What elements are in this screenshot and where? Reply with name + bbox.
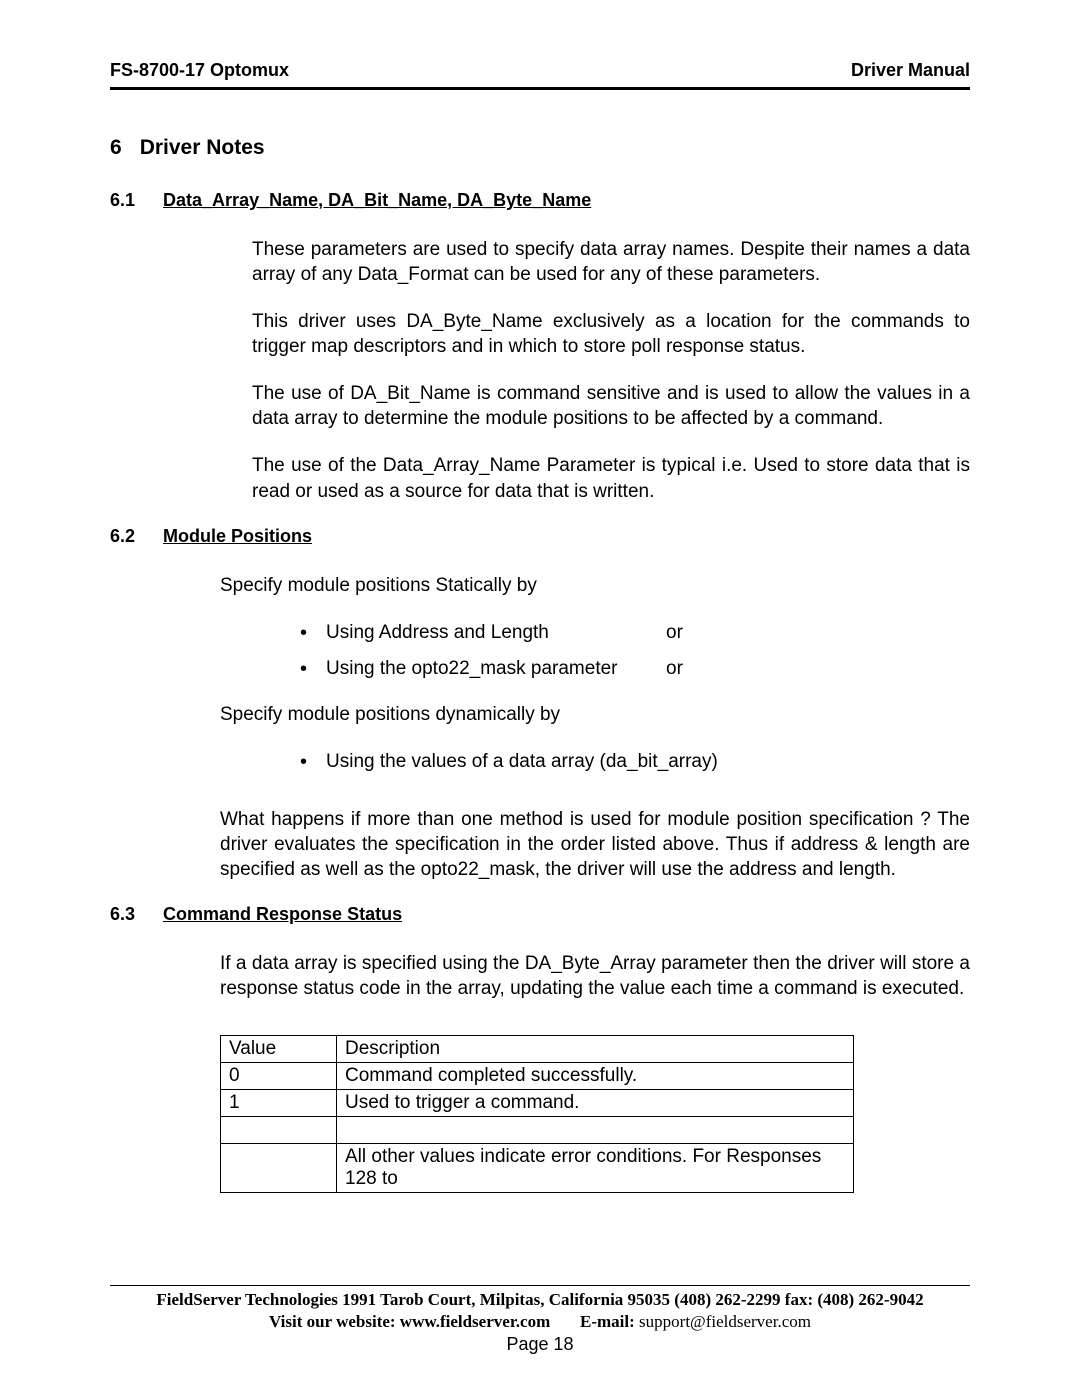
footer-website-label: Visit our website: www.fieldserver.com [269,1312,550,1331]
bullet-text: Using the opto22_mask parameter [326,658,666,680]
section-6-2-title: Module Positions [163,526,312,547]
footer-line2: Visit our website: www.fieldserver.com E… [0,1312,1080,1332]
bullet-text: Using the values of a data array (da_bit… [326,751,718,773]
section-6-1-title: Data_Array_Name, DA_Bit_Name, DA_Byte_Na… [163,190,591,211]
td-desc: Command completed successfully. [337,1063,854,1090]
table-row: 1 Used to trigger a command. [221,1090,854,1117]
section-6-3-num: 6.3 [110,904,135,925]
s6-2-intro2: Specify module positions dynamically by [220,702,970,727]
response-status-table: Value Description 0 Command completed su… [220,1035,854,1193]
section-6-1-num: 6.1 [110,190,135,211]
th-value: Value [221,1036,337,1063]
s6-2-after: What happens if more than one method is … [220,807,970,882]
section-6-3-title: Command Response Status [163,904,402,925]
section-6-2-num: 6.2 [110,526,135,547]
section-6-3-heading: 6.3 Command Response Status [110,904,970,925]
td-value [221,1117,337,1144]
list-item: Using Address and Length or [300,622,970,644]
section-6-title: Driver Notes [140,136,265,160]
td-value: 0 [221,1063,337,1090]
footer-rule [110,1285,970,1286]
td-desc [337,1117,854,1144]
s6-1-p2: This driver uses DA_Byte_Name exclusivel… [252,309,970,359]
footer-email-label: E-mail: [580,1312,635,1331]
list-item: Using the values of a data array (da_bit… [300,751,970,773]
bullet-or: or [666,622,683,644]
list-item: Using the opto22_mask parameter or [300,658,970,680]
td-value [221,1144,337,1193]
th-description: Description [337,1036,854,1063]
table-row [221,1117,854,1144]
section-6-heading: 6 Driver Notes [110,136,970,160]
td-desc: All other values indicate error conditio… [337,1144,854,1193]
s6-3-p1: If a data array is specified using the D… [220,951,970,1001]
header-left: FS-8700-17 Optomux [110,60,289,81]
section-6-num: 6 [110,136,122,160]
s6-1-p3: The use of DA_Bit_Name is command sensit… [252,381,970,431]
footer-email: support@fieldserver.com [639,1312,811,1331]
table-row: 0 Command completed successfully. [221,1063,854,1090]
header-right: Driver Manual [851,60,970,81]
td-value: 1 [221,1090,337,1117]
footer-line1: FieldServer Technologies 1991 Tarob Cour… [0,1290,1080,1310]
s6-2-bullets-dynamic: Using the values of a data array (da_bit… [110,751,970,773]
table-row: All other values indicate error conditio… [221,1144,854,1193]
bullet-text: Using Address and Length [326,622,666,644]
footer-page-number: Page 18 [0,1334,1080,1355]
section-6-1-heading: 6.1 Data_Array_Name, DA_Bit_Name, DA_Byt… [110,190,970,211]
s6-2-intro1: Specify module positions Statically by [220,573,970,598]
table-row: Value Description [221,1036,854,1063]
page-header: FS-8700-17 Optomux Driver Manual [110,60,970,90]
s6-1-p4: The use of the Data_Array_Name Parameter… [252,453,970,503]
bullet-or: or [666,658,683,680]
td-desc: Used to trigger a command. [337,1090,854,1117]
section-6-2-heading: 6.2 Module Positions [110,526,970,547]
page-footer: FieldServer Technologies 1991 Tarob Cour… [0,1285,1080,1355]
s6-2-bullets-static: Using Address and Length or Using the op… [110,622,970,680]
s6-1-p1: These parameters are used to specify dat… [252,237,970,287]
